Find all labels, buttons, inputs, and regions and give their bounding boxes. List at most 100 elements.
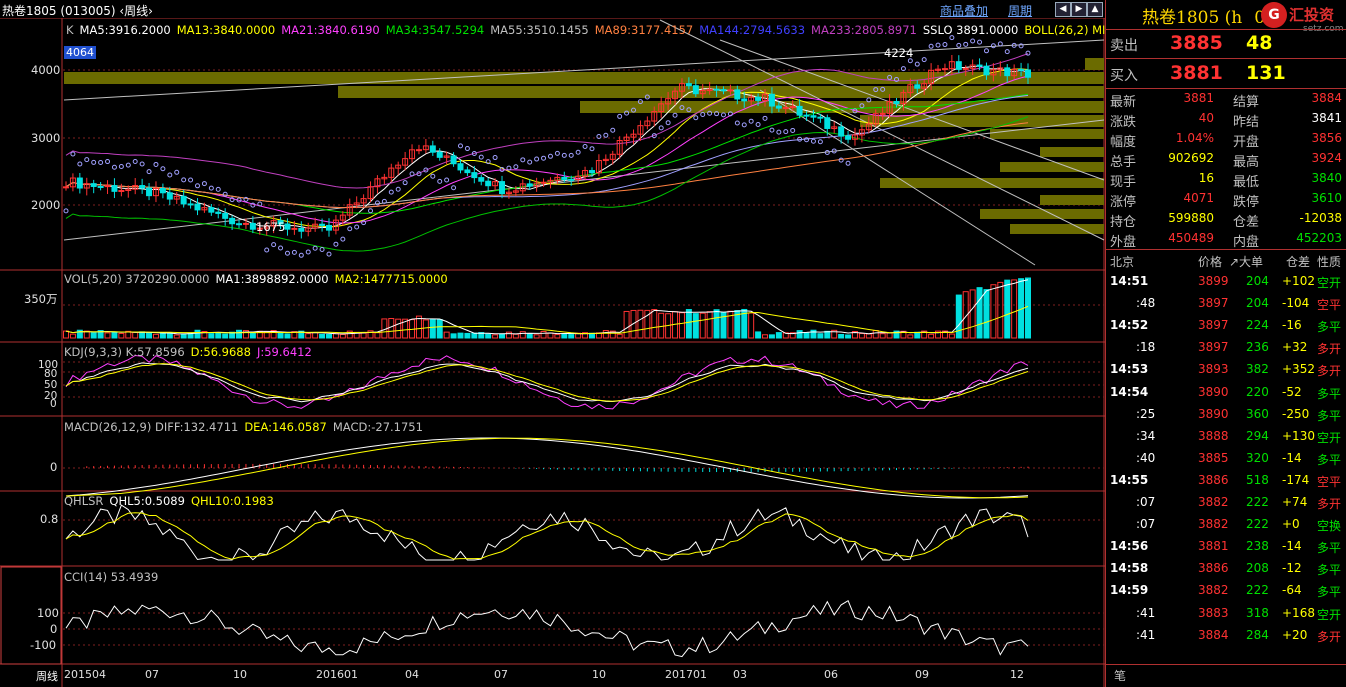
tick-row[interactable]: :40 3885 320 -14 多平: [1106, 448, 1346, 469]
indicator-value: J:59.6412: [256, 345, 312, 359]
volume-bar: [990, 284, 997, 339]
candle-body: [180, 195, 187, 205]
sar-dot: [215, 186, 221, 192]
chart-area[interactable]: [0, 0, 1105, 687]
tick-cell: 空开: [1317, 607, 1342, 622]
volume-bar: [284, 333, 291, 339]
tick-header-volume: ↗大单: [1229, 255, 1264, 269]
sar-dot: [160, 166, 166, 172]
tick-row[interactable]: :41 3884 284 +20 多开: [1106, 625, 1346, 646]
candle-body: [845, 135, 852, 140]
sar-dot: [457, 143, 463, 149]
candle-body: [429, 145, 436, 153]
indicator-value: VOL(5,20) 3720290.0000: [64, 272, 210, 286]
sar-dot: [174, 169, 180, 175]
nav-expand-icon[interactable]: ▲: [1087, 2, 1103, 17]
volume-bar: [1011, 279, 1018, 339]
stat-value: 4071: [1183, 191, 1214, 205]
sar-dot: [990, 43, 996, 49]
candle-body: [166, 192, 173, 200]
volume-profile-bar: [880, 178, 1104, 188]
tick-row[interactable]: 14:54 3890 220 -52 多平: [1106, 382, 1346, 403]
volume-bar: [499, 333, 506, 339]
tick-cell: 多平: [1317, 563, 1342, 578]
tick-cell: 3884: [1198, 627, 1229, 642]
tick-row[interactable]: :18 3897 236 +32 多开: [1106, 337, 1346, 358]
volume-bar: [616, 333, 623, 339]
stat-label: 涨跌: [1110, 115, 1137, 130]
sar-dot: [921, 57, 927, 63]
high-label: 4224: [884, 46, 914, 60]
candle-body: [561, 176, 568, 180]
tick-row[interactable]: :41 3883 318 +168 空开: [1106, 603, 1346, 624]
tick-row[interactable]: :25 3890 360 -250 多平: [1106, 404, 1346, 425]
volume-bar: [104, 332, 111, 339]
tick-row[interactable]: 14:53 3893 382 +352 多开: [1106, 359, 1346, 380]
stat-value: 3610: [1311, 191, 1342, 205]
kline-chart[interactable]: [0, 0, 1105, 687]
volume-bar: [388, 318, 395, 339]
volume-bar: [796, 330, 803, 339]
sar-dot: [575, 149, 581, 155]
tick-row[interactable]: :34 3888 294 +130 空开: [1106, 426, 1346, 447]
tick-cell: -16: [1282, 318, 1302, 333]
tick-cell: 360: [1246, 406, 1269, 421]
tick-cell: +102: [1282, 274, 1315, 288]
tick-row[interactable]: :07 3882 222 +0 空换: [1106, 514, 1346, 535]
volume-bar: [159, 332, 166, 339]
candle-body: [319, 223, 326, 226]
tick-cell: 3893: [1198, 362, 1229, 377]
tick-row[interactable]: :07 3882 222 +74 多开: [1106, 492, 1346, 513]
sar-dot: [776, 129, 782, 135]
tick-cell: 3888: [1198, 428, 1229, 443]
overlay-link[interactable]: 商品叠加: [940, 2, 988, 19]
volume-profile-bar: [1000, 162, 1104, 172]
period-link[interactable]: 周期: [1008, 2, 1032, 19]
volume-bar: [568, 334, 575, 339]
stat-label: 总手: [1110, 155, 1137, 170]
stat-label: 昨结: [1233, 115, 1260, 130]
stat-value: 16: [1198, 171, 1214, 185]
sar-dot: [693, 115, 699, 121]
x-tick-label: 10: [233, 668, 247, 681]
sar-dot: [672, 112, 678, 118]
sar-dot: [589, 146, 595, 152]
volume-bar: [547, 332, 554, 339]
nav-left-icon[interactable]: ◀: [1055, 2, 1071, 17]
indicator-value: MACD:-27.1751: [332, 420, 423, 434]
volume-bar: [485, 333, 492, 339]
nav-right-icon[interactable]: ▶: [1071, 2, 1087, 17]
tick-row[interactable]: 14:59 3882 222 -64 多平: [1106, 580, 1346, 601]
volume-bar: [173, 334, 180, 339]
volume-bar: [762, 334, 769, 339]
tick-row[interactable]: 14:55 3886 518 -174 空平: [1106, 470, 1346, 491]
volume-bar: [886, 332, 893, 339]
tick-cell: 多平: [1317, 585, 1342, 600]
stat-label: 内盘: [1233, 235, 1260, 250]
candle-body: [76, 177, 83, 189]
volume-bar: [526, 333, 533, 339]
tick-row[interactable]: 14:51 3899 204 +102 空开: [1106, 271, 1346, 292]
x-tick-label: 03: [733, 668, 747, 681]
volume-profile-bar: [1040, 195, 1104, 205]
tick-cell: 3886: [1198, 472, 1229, 487]
candle-body: [139, 185, 146, 189]
volume-bar: [554, 334, 561, 339]
tick-row[interactable]: :48 3897 204 -104 空平: [1106, 293, 1346, 314]
sar-dot: [291, 249, 297, 255]
tick-cell: 多开: [1317, 497, 1342, 511]
tick-row[interactable]: 14:52 3897 224 -16 多平: [1106, 315, 1346, 336]
sar-dot: [271, 242, 277, 248]
candle-body: [976, 64, 983, 67]
indicator-value: QHLSR: [64, 494, 104, 508]
sar-dot: [368, 208, 374, 214]
candle-body: [1018, 68, 1025, 71]
tick-cell: 14:58: [1110, 561, 1149, 576]
stat-value: -12038: [1299, 211, 1342, 225]
sar-dot: [111, 164, 117, 170]
volume-bar: [492, 334, 499, 339]
stat-value: 450489: [1168, 231, 1214, 245]
tick-row[interactable]: 14:56 3881 238 -14 多平: [1106, 536, 1346, 557]
tick-row[interactable]: 14:58 3886 208 -12 多平: [1106, 558, 1346, 579]
stat-label: 幅度: [1110, 135, 1137, 150]
